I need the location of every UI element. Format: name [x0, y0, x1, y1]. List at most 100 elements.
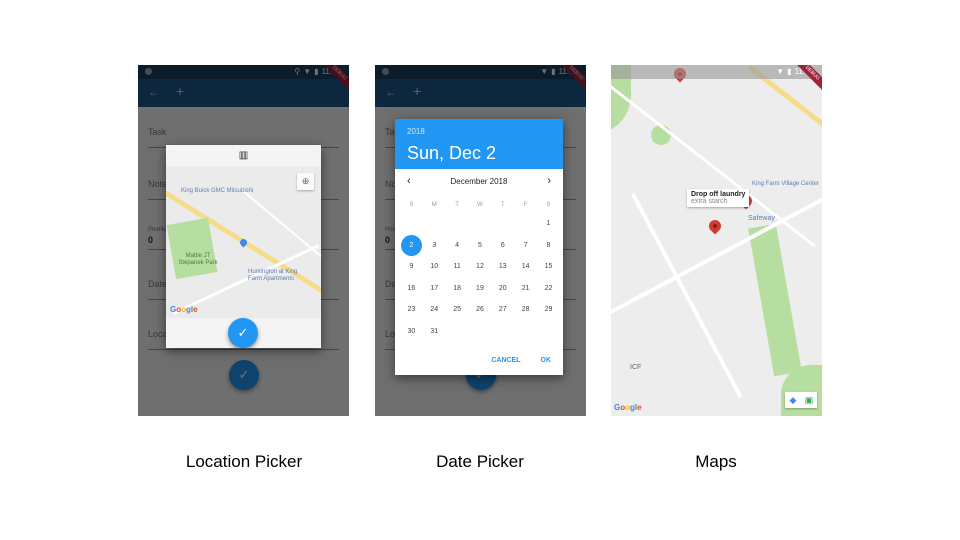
calendar-day[interactable]: 6: [491, 235, 514, 257]
calendar-day[interactable]: 23: [400, 299, 423, 321]
calendar-day[interactable]: 8: [537, 235, 560, 257]
calendar-day[interactable]: 11: [446, 256, 469, 278]
day-number: 1: [546, 220, 551, 227]
calendar-day[interactable]: 16: [400, 278, 423, 300]
dialog-actions: CANCEL OK: [491, 357, 551, 364]
check-icon: ✓: [237, 325, 249, 340]
calendar-day[interactable]: 17: [423, 278, 446, 300]
calendar-day-selected[interactable]: 2: [400, 234, 423, 257]
calendar-day[interactable]: 20: [491, 278, 514, 300]
day-number: 19: [476, 284, 484, 292]
day-number: 5: [478, 241, 482, 249]
caption-date-picker: Date Picker: [436, 452, 524, 471]
day-number: 14: [521, 263, 530, 270]
calendar-day[interactable]: 25: [446, 299, 469, 321]
calendar-empty: [446, 321, 469, 343]
day-number: 27: [498, 306, 507, 313]
ok-button[interactable]: OK: [541, 357, 552, 364]
google-logo: Google: [170, 305, 198, 314]
calendar-empty: [469, 321, 492, 343]
day-number: 12: [476, 263, 484, 270]
map-view[interactable]: King Buick GMC Mitsubishi Mattie JT Step…: [166, 166, 321, 318]
crosshair-icon[interactable]: ⊕: [297, 173, 314, 190]
calendar-empty: [491, 213, 514, 235]
calendar-day[interactable]: 29: [537, 299, 560, 321]
calendar-day[interactable]: 5: [469, 235, 492, 257]
road: [631, 193, 743, 399]
place-label[interactable]: ICF: [630, 364, 641, 371]
calendar-day[interactable]: 21: [514, 278, 537, 300]
day-number: 8: [546, 241, 551, 249]
cancel-button[interactable]: CANCEL: [491, 357, 520, 364]
calendar-empty: [514, 321, 537, 343]
calendar-day[interactable]: 22: [537, 278, 560, 300]
calendar-day[interactable]: 7: [514, 235, 537, 257]
calendar-day[interactable]: 4: [446, 235, 469, 257]
calendar-day[interactable]: 30: [400, 321, 423, 343]
day-number: 17: [430, 284, 439, 292]
calendar-day[interactable]: 12: [469, 256, 492, 278]
selected-date: Sun, Dec 2: [407, 143, 497, 163]
calendar-empty: [400, 213, 423, 235]
weekday-label: T: [500, 202, 505, 208]
calendar-week: 2 3 4 5 6 7 8: [400, 234, 560, 257]
weekday-label: S: [546, 202, 551, 208]
chevron-right-icon[interactable]: ›: [547, 175, 551, 187]
day-number: 10: [430, 263, 439, 270]
day-number: 3: [432, 241, 437, 249]
calendar-day[interactable]: 18: [446, 278, 469, 300]
day-number: 11: [453, 263, 461, 270]
calendar-day[interactable]: 13: [491, 256, 514, 278]
directions-icon[interactable]: ◆: [785, 392, 801, 408]
calendar-day[interactable]: 14: [514, 256, 537, 278]
maps-screenshot: King Farm Village Center Safeway ICF Dro…: [611, 65, 822, 416]
day-number: 20: [498, 284, 507, 292]
day-number: 13: [498, 263, 507, 270]
calendar-day[interactable]: 24: [423, 299, 446, 321]
calendar-week: 30 31: [400, 321, 560, 343]
weekday-label: W: [477, 202, 483, 208]
calendar-week: 1: [400, 213, 560, 235]
year-selector[interactable]: 2018: [407, 127, 425, 136]
day-number: 30: [407, 327, 416, 335]
map-view[interactable]: King Farm Village Center Safeway ICF Dro…: [611, 65, 822, 416]
google-maps-icon[interactable]: ▣: [801, 392, 817, 408]
weekday-label: F: [523, 202, 528, 208]
info-window[interactable]: Drop off laundry extra starch: [687, 189, 750, 207]
calendar-empty: [514, 213, 537, 235]
calendar-day[interactable]: 27: [491, 299, 514, 321]
day-number: 7: [523, 241, 528, 249]
info-window-snippet: extra starch: [691, 198, 728, 205]
calendar-empty: [491, 321, 514, 343]
calendar-day[interactable]: 31: [423, 321, 446, 343]
map-label: Huntington at King Farm Apartments: [248, 269, 298, 282]
day-number: 9: [409, 263, 414, 270]
selected-map-marker[interactable]: [706, 217, 724, 235]
place-label[interactable]: King Farm Village Center: [752, 181, 819, 188]
day-number: 18: [453, 284, 461, 292]
date-picker-screenshot: ▼▮11:05 ← + DEBUG Task Note Priority0 Da…: [375, 65, 586, 416]
calendar-empty: [423, 213, 446, 235]
month-title: December 2018: [450, 177, 508, 186]
calendar-empty: [446, 213, 469, 235]
wifi-icon: ▼: [776, 67, 785, 76]
place-label[interactable]: Safeway: [748, 215, 775, 222]
calendar-empty: [537, 321, 560, 343]
day-number: 26: [476, 306, 484, 313]
calendar-day[interactable]: 19: [469, 278, 492, 300]
calendar-day[interactable]: 28: [514, 299, 537, 321]
confirm-location-button[interactable]: ✓: [228, 318, 258, 348]
calendar-day[interactable]: 1: [537, 213, 560, 235]
weekday-label: M: [431, 202, 437, 208]
calendar-day[interactable]: 3: [423, 235, 446, 257]
calendar-day[interactable]: 9: [400, 256, 423, 278]
calendar-day[interactable]: 10: [423, 256, 446, 278]
day-number: 25: [453, 306, 461, 313]
info-window-title: Drop off laundry: [691, 191, 746, 198]
calendar-day[interactable]: 15: [537, 256, 560, 278]
map-toolbar: ◆ ▣: [785, 392, 817, 408]
calendar-day[interactable]: 26: [469, 299, 492, 321]
day-number: 2: [400, 234, 422, 256]
park-area: [748, 223, 802, 377]
map-label: King Buick GMC Mitsubishi: [181, 188, 254, 194]
